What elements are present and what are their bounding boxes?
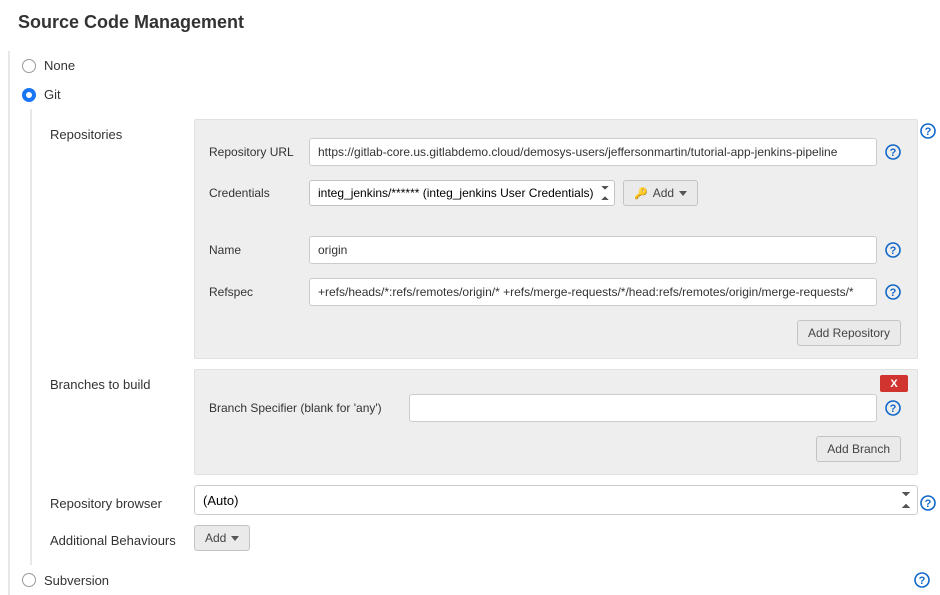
svg-text:?: ? [925, 126, 932, 138]
name-input[interactable] [309, 236, 877, 264]
add-repository-button[interactable]: Add Repository [797, 320, 901, 346]
help-icon[interactable]: ? [914, 572, 930, 588]
help-icon[interactable]: ? [920, 495, 936, 511]
add-branch-button[interactable]: Add Branch [816, 436, 901, 462]
svg-text:?: ? [919, 575, 926, 587]
help-icon[interactable]: ? [885, 242, 901, 258]
refspec-label: Refspec [209, 285, 309, 299]
branches-label: Branches to build [50, 369, 194, 392]
scm-option-none[interactable]: None [20, 51, 940, 80]
scm-option-subversion-row: Subversion ? [20, 565, 940, 595]
radio-git[interactable] [22, 88, 36, 102]
svg-text:?: ? [890, 245, 897, 257]
scm-content: None Git Repositories Repository URL ? [8, 51, 940, 595]
refspec-input[interactable] [309, 278, 877, 306]
repo-browser-row: Repository browser (Auto) ? [50, 485, 940, 515]
delete-branch-button[interactable]: X [880, 375, 908, 392]
repo-url-row: Repository URL ? [209, 138, 901, 166]
branches-panel: X Branch Specifier (blank for 'any') ? A… [194, 369, 918, 475]
help-icon[interactable]: ? [885, 144, 901, 160]
branch-spec-input[interactable] [409, 394, 877, 422]
repo-url-input[interactable] [309, 138, 877, 166]
radio-subversion[interactable] [22, 573, 36, 587]
credentials-row: Credentials integ_jenkins/****** (integ_… [209, 180, 901, 206]
repo-browser-label: Repository browser [50, 490, 194, 511]
radio-none-label: None [44, 58, 75, 73]
repositories-block: Repositories Repository URL ? Credential… [50, 119, 940, 359]
chevron-down-icon [679, 191, 687, 196]
radio-subversion-label: Subversion [44, 573, 109, 588]
add-behaviour-label: Add [205, 531, 226, 545]
repo-browser-select[interactable]: (Auto) [194, 485, 918, 515]
branches-block: Branches to build X Branch Specifier (bl… [50, 369, 940, 475]
repositories-panel: Repository URL ? Credentials integ_jenki… [194, 119, 918, 359]
svg-text:?: ? [890, 403, 897, 415]
help-icon[interactable]: ? [920, 123, 936, 139]
git-config: Repositories Repository URL ? Credential… [30, 109, 940, 565]
add-credentials-button[interactable]: 🔑 Add [623, 180, 698, 206]
repo-url-label: Repository URL [209, 145, 309, 159]
additional-behaviours-row: Additional Behaviours Add [50, 525, 940, 551]
additional-behaviours-label: Additional Behaviours [50, 528, 194, 548]
repositories-label: Repositories [50, 119, 194, 142]
svg-text:?: ? [925, 498, 932, 510]
help-icon[interactable]: ? [885, 284, 901, 300]
radio-none[interactable] [22, 59, 36, 73]
section-title: Source Code Management [0, 0, 940, 51]
branch-spec-label: Branch Specifier (blank for 'any') [209, 401, 409, 415]
name-label: Name [209, 243, 309, 257]
branch-spec-row: Branch Specifier (blank for 'any') ? [209, 394, 901, 422]
name-row: Name ? [209, 236, 901, 264]
scm-option-subversion[interactable]: Subversion [22, 573, 109, 588]
add-credentials-label: Add [653, 186, 674, 200]
credentials-label: Credentials [209, 186, 309, 200]
key-icon: 🔑 [634, 187, 648, 200]
refspec-row: Refspec ? [209, 278, 901, 306]
svg-text:?: ? [890, 287, 897, 299]
add-behaviour-button[interactable]: Add [194, 525, 250, 551]
svg-text:?: ? [890, 147, 897, 159]
radio-git-label: Git [44, 87, 61, 102]
scm-option-git[interactable]: Git [20, 80, 940, 109]
credentials-select[interactable]: integ_jenkins/****** (integ_jenkins User… [309, 180, 615, 206]
help-icon[interactable]: ? [885, 400, 901, 416]
chevron-down-icon [231, 536, 239, 541]
